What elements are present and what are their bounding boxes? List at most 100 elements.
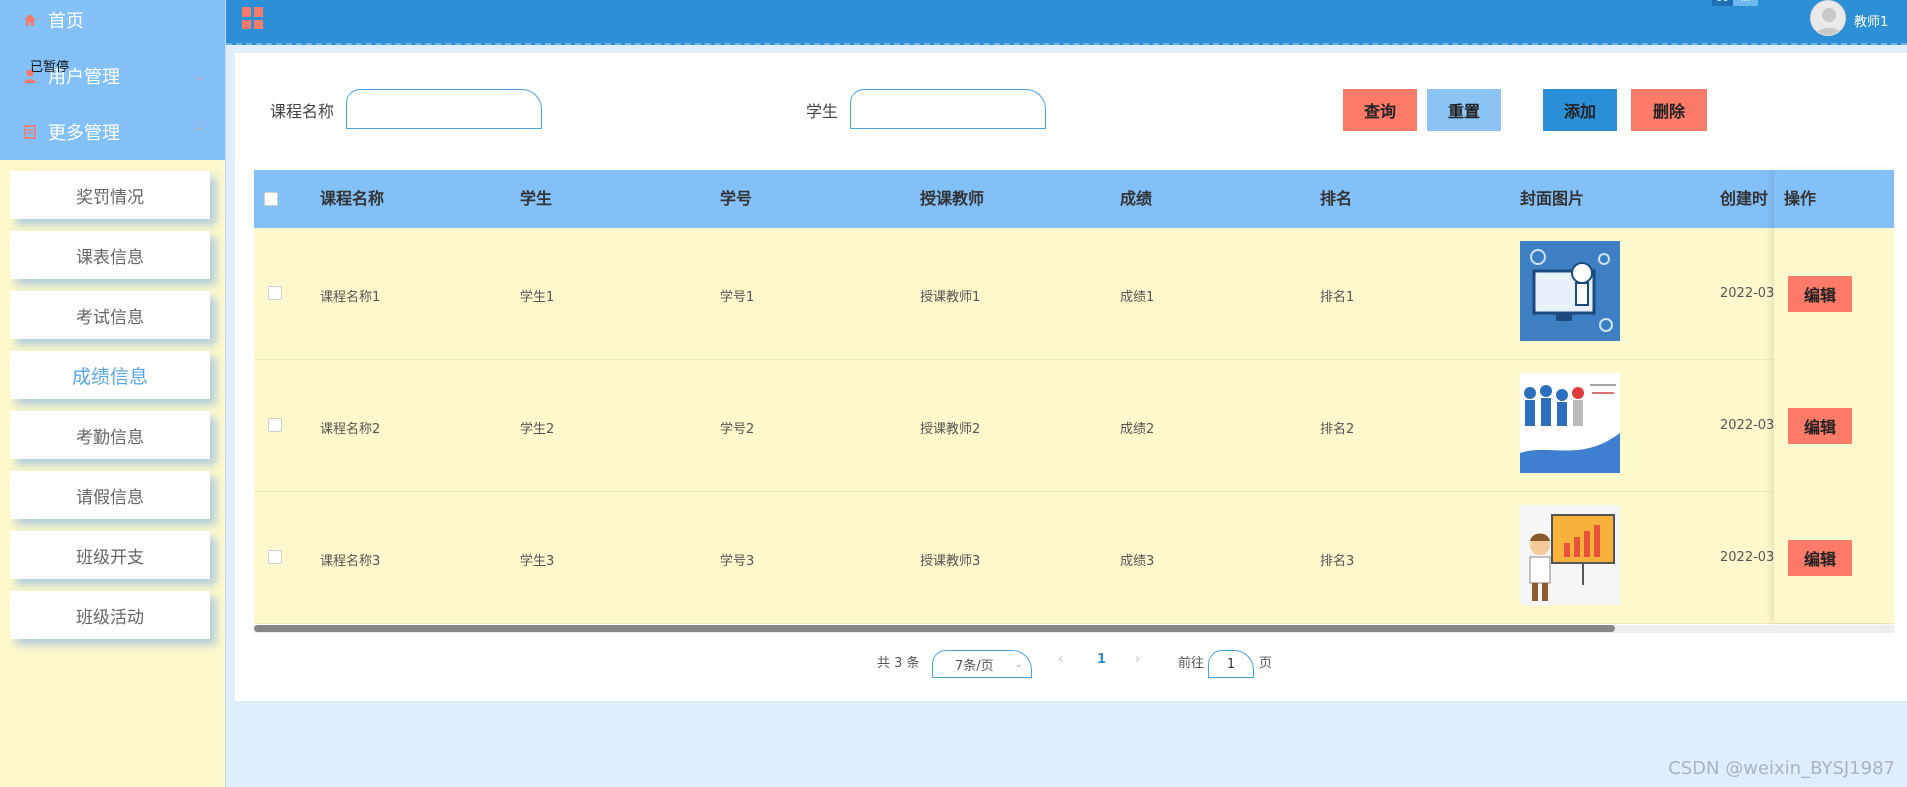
delete-button[interactable]: 删除 xyxy=(1631,89,1707,131)
col-cover-image[interactable]: 封面图片 xyxy=(1520,170,1584,228)
goto-label: 前往 xyxy=(1178,656,1205,671)
chevron-down-icon: ⌄ xyxy=(1014,658,1023,670)
badge-text: ... xyxy=(1732,0,1759,6)
select-all-checkbox[interactable] xyxy=(264,192,278,206)
sidebar-item-label: 课表信息 xyxy=(76,247,144,268)
cover-image-presentation[interactable] xyxy=(1520,505,1620,605)
cell-score: 成绩1 xyxy=(1120,290,1155,305)
cell-student-id: 学号3 xyxy=(720,554,755,569)
student-label: 学生 xyxy=(806,102,839,121)
cover-image-ai[interactable] xyxy=(1520,241,1620,341)
robot-computer-icon xyxy=(1520,241,1620,341)
sidebar-item-label: 成绩信息 xyxy=(71,365,148,388)
edit-button[interactable]: 编辑 xyxy=(1788,540,1852,576)
cell-teacher: 授课教师3 xyxy=(920,554,981,569)
goto-page-input[interactable]: 1 xyxy=(1208,650,1254,678)
scrollbar-thumb[interactable] xyxy=(254,625,1616,632)
horizontal-scrollbar[interactable] xyxy=(254,625,1894,633)
col-course-name[interactable]: 课程名称 xyxy=(320,170,384,228)
sidebar-item-schedule[interactable]: 课表信息 xyxy=(10,231,210,279)
sidebar-menu-top: 首页 用户管理 ⌄ 已暂停 更多管理 ⌃ xyxy=(0,0,225,160)
sidebar-item-class-activities[interactable]: 班级活动 xyxy=(10,591,210,639)
current-page[interactable]: 1 xyxy=(1097,652,1106,667)
row-checkbox[interactable] xyxy=(268,550,282,564)
paused-overlay: 已暂停 xyxy=(30,60,70,75)
sidebar-item-attendance[interactable]: 考勤信息 xyxy=(10,411,210,459)
cell-rank: 排名1 xyxy=(1320,290,1355,305)
cell-student-id: 学号2 xyxy=(720,422,755,437)
cell-course: 课程名称1 xyxy=(320,290,381,305)
row-checkbox[interactable] xyxy=(268,286,282,300)
header-badge: 00 ... xyxy=(1712,0,1759,6)
sidebar-item-label: 请假信息 xyxy=(76,487,144,508)
reset-button[interactable]: 重置 xyxy=(1427,89,1501,131)
sidebar-item-grades[interactable]: 成绩信息 xyxy=(10,351,210,399)
col-score[interactable]: 成绩 xyxy=(1120,170,1152,228)
cell-course: 课程名称2 xyxy=(320,422,381,437)
table-row: 课程名称2 学生2 学号2 授课教师2 成绩2 排名2 2022-03- xyxy=(254,360,1894,492)
sidebar-item-exams[interactable]: 考试信息 xyxy=(10,291,210,339)
user-avatar-icon xyxy=(1815,8,1843,35)
cell-student: 学生2 xyxy=(520,422,555,437)
cell-score: 成绩2 xyxy=(1120,422,1155,437)
operation-header: 操作 xyxy=(1774,170,1894,228)
page-size-value: 7条/页 xyxy=(955,658,994,674)
sidebar-item-label: 班级开支 xyxy=(76,547,144,568)
col-created-time[interactable]: 创建时 xyxy=(1720,170,1768,228)
username[interactable]: 教师1 xyxy=(1854,11,1888,30)
edit-button[interactable]: 编辑 xyxy=(1788,276,1852,312)
student-input[interactable] xyxy=(850,89,1046,129)
operation-column: 操作 编辑 编辑 编辑 xyxy=(1774,170,1894,623)
chevron-up-icon: ⌃ xyxy=(193,125,204,139)
menu-more-management[interactable]: 更多管理 ⌃ xyxy=(0,112,226,152)
sidebar-item-label: 考试信息 xyxy=(76,307,144,328)
course-name-input[interactable] xyxy=(346,89,542,129)
document-icon xyxy=(20,124,40,140)
menu-grid-icon[interactable] xyxy=(242,7,264,29)
cell-teacher: 授课教师2 xyxy=(920,422,981,437)
page-suffix-label: 页 xyxy=(1259,656,1273,671)
edit-button[interactable]: 编辑 xyxy=(1788,408,1852,444)
sidebar: 首页 用户管理 ⌄ 已暂停 更多管理 ⌃ 奖罚情况 课表信息 考试信息 成绩信息… xyxy=(0,0,226,787)
cell-score: 成绩3 xyxy=(1120,554,1155,569)
prev-page-icon[interactable]: ‹ xyxy=(1058,652,1063,667)
next-page-icon[interactable]: › xyxy=(1135,652,1140,667)
cell-rank: 排名2 xyxy=(1320,422,1355,437)
badge-count: 00 xyxy=(1712,0,1733,6)
chevron-down-icon: ⌄ xyxy=(193,69,204,83)
cover-image-people[interactable] xyxy=(1520,373,1620,473)
table-header: 课程名称 学生 学号 授课教师 成绩 排名 封面图片 创建时 xyxy=(254,170,1894,228)
cell-course: 课程名称3 xyxy=(320,554,381,569)
cell-created: 2022-03- xyxy=(1720,550,1780,565)
cell-created: 2022-03- xyxy=(1720,286,1780,301)
cell-student: 学生1 xyxy=(520,290,555,305)
col-student[interactable]: 学生 xyxy=(520,170,552,228)
cell-rank: 排名3 xyxy=(1320,554,1355,569)
pagination-total: 共 3 条 xyxy=(877,656,920,671)
top-header: 00 ... 教师1 xyxy=(226,0,1907,45)
sidebar-item-label: 班级活动 xyxy=(76,607,144,628)
col-rank[interactable]: 排名 xyxy=(1320,170,1352,228)
table-row: 课程名称1 学生1 学号1 授课教师1 成绩1 排名1 2022-03- xyxy=(254,228,1894,360)
menu-more-management-label: 更多管理 xyxy=(48,123,120,144)
teacher-presentation-icon xyxy=(1520,505,1620,605)
main-bottom-area xyxy=(235,701,1907,787)
grades-table: 课程名称 学生 学号 授课教师 成绩 排名 封面图片 创建时 课程名称1 学生1… xyxy=(254,170,1894,633)
col-teacher[interactable]: 授课教师 xyxy=(920,170,984,228)
col-operation: 操作 xyxy=(1784,189,1817,208)
course-name-label: 课程名称 xyxy=(270,102,335,121)
query-button[interactable]: 查询 xyxy=(1343,89,1417,131)
menu-home[interactable]: 首页 xyxy=(0,0,226,40)
menu-home-label: 首页 xyxy=(48,11,84,32)
sidebar-item-rewards[interactable]: 奖罚情况 xyxy=(10,171,210,219)
page-size-select[interactable]: 7条/页 ⌄ xyxy=(932,650,1032,678)
cell-teacher: 授课教师1 xyxy=(920,290,981,305)
sidebar-item-leave[interactable]: 请假信息 xyxy=(10,471,210,519)
add-button[interactable]: 添加 xyxy=(1543,89,1617,131)
sidebar-item-class-expenses[interactable]: 班级开支 xyxy=(10,531,210,579)
row-checkbox[interactable] xyxy=(268,418,282,432)
watermark: CSDN @weixin_BYSJ1987 xyxy=(1668,758,1895,779)
sidebar-item-label: 考勤信息 xyxy=(76,427,144,448)
col-student-id[interactable]: 学号 xyxy=(720,170,752,228)
avatar[interactable] xyxy=(1810,0,1846,36)
